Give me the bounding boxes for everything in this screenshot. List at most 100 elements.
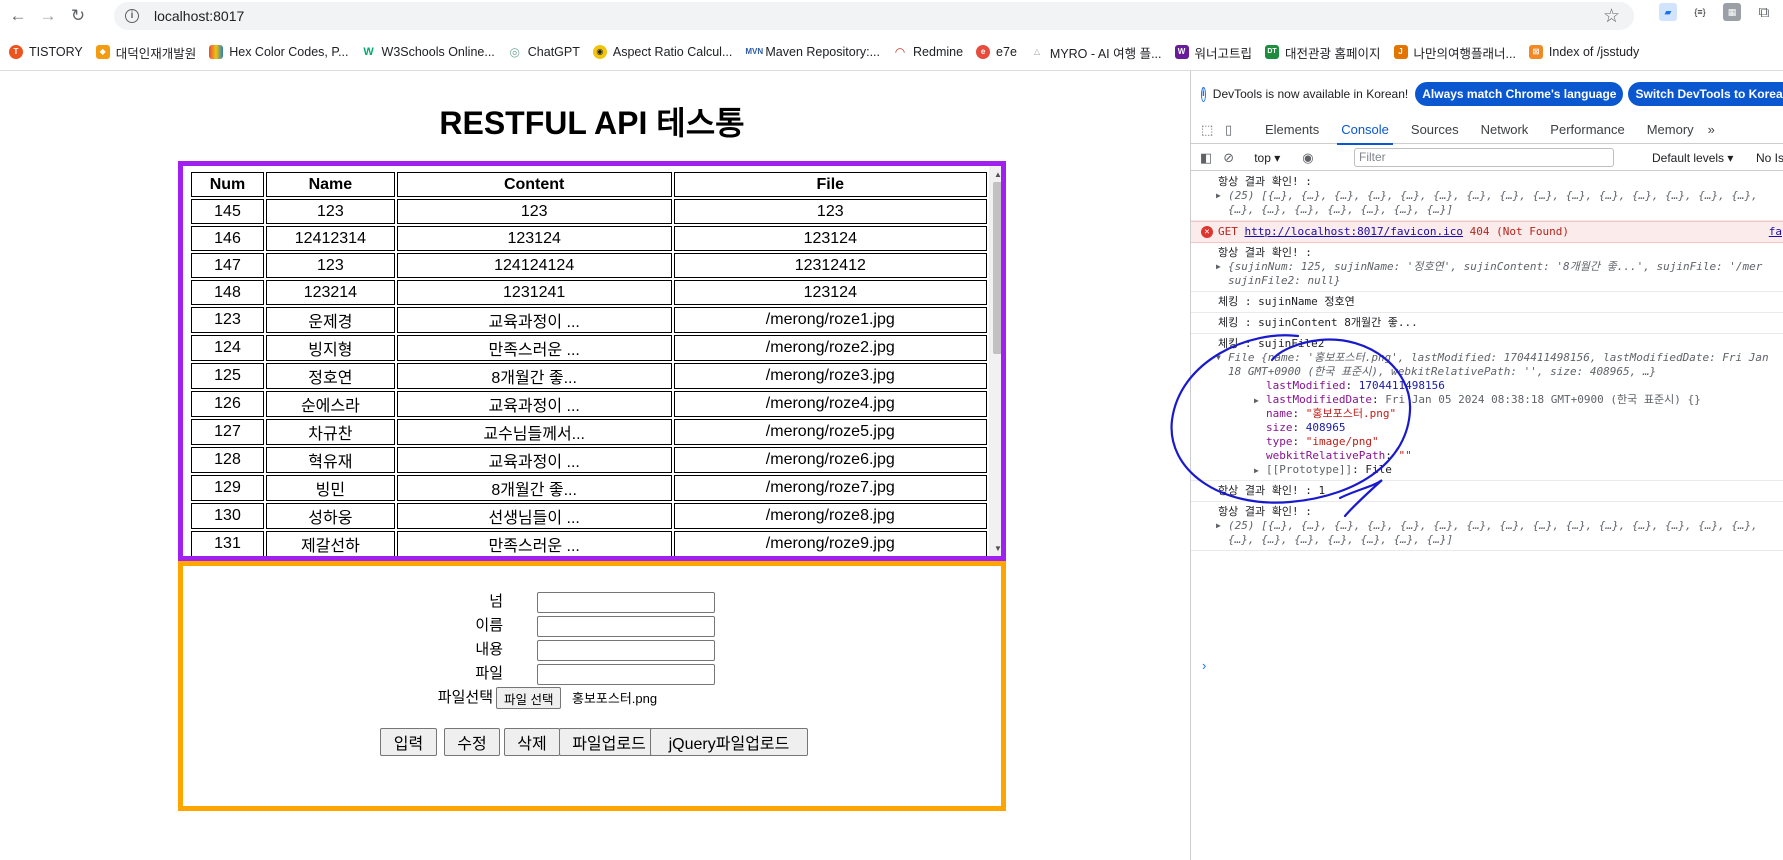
- expand-triangle-icon[interactable]: ▶: [1254, 464, 1259, 478]
- file-object-preview[interactable]: ▼ File {name: '홍보포스터.png', lastModified: …: [1216, 351, 1783, 365]
- prop-name: name: "홍보포스터.png": [1266, 407, 1397, 420]
- error-url-link[interactable]: http://localhost:8017/favicon.ico: [1245, 225, 1464, 238]
- cell-content: 1231241: [396, 280, 672, 305]
- bookmark-star-icon[interactable]: ☆: [1603, 5, 1620, 28]
- name-input[interactable]: [537, 616, 715, 637]
- cell-file: /merong/roze5.jpg: [673, 419, 987, 445]
- object-preview[interactable]: ▶ {sujinNum: 125, sujinName: '정호연', sujin…: [1216, 260, 1783, 274]
- cell-name: 12412314: [265, 226, 395, 251]
- expand-triangle-icon[interactable]: ▶: [1216, 260, 1221, 274]
- page-title: RESTFUL API 테스통: [439, 105, 745, 141]
- expand-triangle-icon[interactable]: ▶: [1216, 519, 1221, 533]
- file-upload-button[interactable]: 파일업로드: [559, 728, 659, 756]
- num-input[interactable]: [537, 592, 715, 613]
- tab-console[interactable]: Console: [1337, 116, 1393, 145]
- bookmark-maven[interactable]: MVN Maven Repository:...: [745, 45, 880, 59]
- scroll-down-arrow-icon[interactable]: ▼: [994, 544, 1001, 553]
- match-language-button[interactable]: Always match Chrome's language: [1415, 82, 1624, 106]
- bookmark-tistory[interactable]: T TISTORY: [9, 45, 83, 59]
- bookmark-travel-planner[interactable]: J 나만의여행플래너...: [1393, 43, 1516, 62]
- collapse-triangle-icon[interactable]: ▼: [1216, 351, 1221, 365]
- console-filter-input[interactable]: Filter: [1354, 148, 1614, 167]
- bookmark-chatgpt[interactable]: ◎ ChatGPT: [507, 45, 580, 59]
- object-preview-line: {sujinNum: 125, sujinName: '정호연', sujinC…: [1228, 260, 1763, 273]
- insert-button[interactable]: 입력: [380, 728, 437, 756]
- tab-network[interactable]: Network: [1481, 116, 1529, 144]
- scroll-up-arrow-icon[interactable]: ▲: [994, 170, 1001, 179]
- log-text: 항상 결과 확인! : 1: [1218, 484, 1326, 497]
- bookmark-w3schools[interactable]: W W3Schools Online...: [361, 45, 495, 59]
- update-button[interactable]: 수정: [444, 728, 500, 756]
- issues-counter[interactable]: No Is: [1756, 145, 1783, 171]
- inspect-element-icon[interactable]: ⬚: [1201, 122, 1219, 138]
- prop-value: "image/png": [1305, 435, 1379, 448]
- prop-prototype[interactable]: ▶ [[Prototype]]: File: [1218, 463, 1783, 477]
- log-label: 항상 결과 확인! :: [1218, 505, 1312, 518]
- bookmark-label: Aspect Ratio Calcul...: [612, 45, 733, 59]
- file-preview-line: File {name: '홍보포스터.png', lastModified: 1…: [1228, 351, 1769, 364]
- profile-avatar-icon[interactable]: ▦: [1723, 3, 1741, 21]
- cell-file: /merong/roze9.jpg: [673, 531, 987, 556]
- cell-name: 성하웅: [265, 503, 395, 529]
- log-text: 체킹 : sujinFile2: [1218, 337, 1325, 350]
- bookmark-jsstudy[interactable]: ⊠ Index of /jsstudy: [1528, 45, 1639, 59]
- bookmark-wannago[interactable]: W 워너고트립: [1174, 43, 1252, 62]
- bookmark-hex-color[interactable]: Hex Color Codes, P...: [209, 45, 349, 59]
- tab-performance[interactable]: Performance: [1550, 116, 1624, 144]
- sidebar-toggle-icon[interactable]: ◧: [1200, 150, 1212, 166]
- content-input[interactable]: [537, 640, 715, 661]
- log-levels-dropdown[interactable]: Default levels ▾: [1652, 145, 1733, 171]
- address-bar[interactable]: i localhost:8017 ☆: [114, 2, 1634, 30]
- choose-file-button[interactable]: 파일 선택: [496, 687, 562, 709]
- array-preview[interactable]: ▶ (25) [{…}, {…}, {…}, {…}, {…}, {…}, {…}…: [1216, 189, 1783, 203]
- cell-num: 125: [191, 363, 264, 389]
- log-text: 체킹 : sujinContent 8개월간 좋...: [1218, 316, 1418, 329]
- language-info-text: DevTools is now available in Korean!: [1212, 87, 1409, 101]
- cell-name: 차규찬: [265, 419, 395, 445]
- error-source-link[interactable]: fa: [1769, 225, 1782, 239]
- bookmark-label: Maven Repository:...: [765, 45, 881, 59]
- expand-triangle-icon[interactable]: ▶: [1254, 394, 1259, 408]
- url-text[interactable]: localhost:8017: [154, 8, 244, 24]
- cell-name: 정호연: [265, 363, 395, 389]
- bookmark-myro[interactable]: △ MYRO - AI 여행 플...: [1029, 43, 1162, 62]
- json-extension-icon[interactable]: {≡}: [1691, 3, 1709, 21]
- prop-lastModifiedDate[interactable]: ▶ lastModifiedDate: Fri Jan 05 2024 08:38…: [1218, 393, 1783, 407]
- expand-triangle-icon[interactable]: ▶: [1216, 189, 1221, 203]
- delete-button[interactable]: 삭제: [504, 728, 560, 756]
- cell-name: 운제경: [265, 307, 395, 333]
- cell-content: 선생님들이 ...: [396, 503, 672, 529]
- puzzle-extensions-icon[interactable]: ⧉: [1755, 3, 1773, 21]
- jquery-file-upload-button[interactable]: jQuery파일업로드: [650, 728, 808, 756]
- file-path-input[interactable]: [537, 664, 715, 685]
- bookmark-label: Hex Color Codes, P...: [229, 45, 349, 59]
- back-arrow-icon[interactable]: ←: [4, 2, 32, 30]
- forward-arrow-icon[interactable]: →: [34, 2, 62, 30]
- context-selector[interactable]: top ▾: [1254, 151, 1280, 165]
- bookmark-aspect-ratio[interactable]: ◉ Aspect Ratio Calcul...: [592, 45, 733, 59]
- tab-memory[interactable]: Memory: [1647, 116, 1694, 144]
- console-entry-file: 체킹 : sujinFile2 ▼ File {name: '홍보포스터.png'…: [1191, 334, 1783, 481]
- console-entry: 항상 결과 확인! : ▶ (25) [{…}, {…}, {…}, {…}, {…: [1191, 502, 1783, 551]
- bookmark-daedeok[interactable]: ◆ 대덕인재개발원: [95, 43, 196, 62]
- scrollbar-thumb[interactable]: [993, 182, 1001, 354]
- console-prompt-icon[interactable]: ›: [1202, 658, 1206, 673]
- table-row: 146 12412314 123124 123124: [191, 226, 987, 251]
- site-info-icon[interactable]: i: [125, 9, 139, 23]
- extension-icon[interactable]: ▰: [1659, 3, 1677, 21]
- tab-sources[interactable]: Sources: [1411, 116, 1459, 144]
- switch-korean-button[interactable]: Switch DevTools to Korean: [1628, 82, 1783, 106]
- cell-num: 146: [191, 226, 264, 251]
- live-expression-eye-icon[interactable]: ◉: [1302, 150, 1313, 166]
- more-tabs-icon[interactable]: »: [1708, 116, 1715, 144]
- device-toolbar-icon[interactable]: ▯: [1225, 122, 1243, 138]
- clear-console-icon[interactable]: ⊘: [1223, 150, 1234, 166]
- content-row: 내용: [183, 638, 1001, 662]
- bookmark-redmine[interactable]: ◠ Redmine: [893, 45, 963, 59]
- bookmark-e7e[interactable]: e e7e: [976, 45, 1017, 59]
- array-preview[interactable]: ▶ (25) [{…}, {…}, {…}, {…}, {…}, {…}, {…}…: [1216, 519, 1783, 533]
- reload-icon[interactable]: ↻: [64, 2, 92, 30]
- table-scrollbar[interactable]: ▲ ▼: [989, 166, 1001, 556]
- bookmark-daejeon[interactable]: DT 대전관광 홈페이지: [1265, 43, 1381, 62]
- tab-elements[interactable]: Elements: [1265, 116, 1319, 144]
